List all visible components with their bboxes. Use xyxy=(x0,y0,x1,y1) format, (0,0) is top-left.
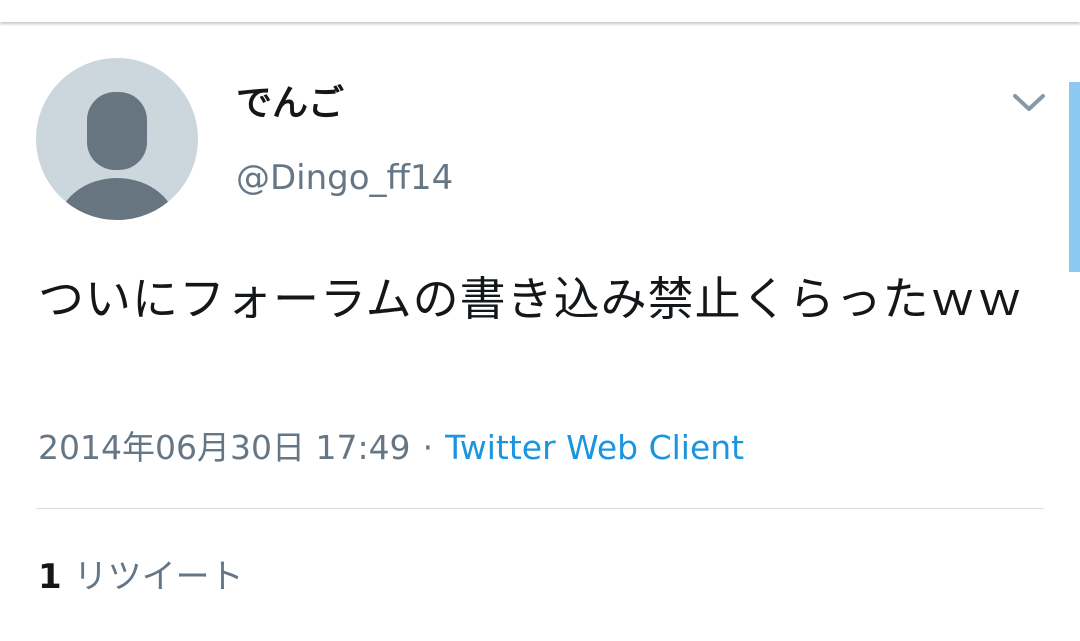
top-bar-edge xyxy=(0,0,1080,22)
user-handle[interactable]: @Dingo_ff14 xyxy=(236,155,453,201)
scroll-indicator[interactable] xyxy=(1069,82,1080,272)
retweet-stats[interactable]: 1 リツイート xyxy=(38,553,244,601)
display-name[interactable]: でんご xyxy=(236,80,344,128)
tweet-detail-screen: でんご @Dingo_ff14 ついにフォーラムの書き込み禁止くらったｗｗ 20… xyxy=(0,0,1080,641)
meta-separator: · xyxy=(422,428,434,467)
retweet-count: 1 xyxy=(38,557,62,597)
divider xyxy=(36,508,1044,509)
tweet-text: ついにフォーラムの書き込み禁止くらったｗｗ xyxy=(38,272,1024,326)
tweet-timestamp[interactable]: 2014年06月30日 17:49 xyxy=(38,428,411,467)
default-avatar-icon xyxy=(57,92,177,220)
tweet-meta: 2014年06月30日 17:49 · Twitter Web Client xyxy=(38,425,744,471)
avatar[interactable] xyxy=(36,58,198,220)
retweet-label: リツイート xyxy=(73,557,244,597)
client-link[interactable]: Twitter Web Client xyxy=(445,428,744,467)
chevron-down-icon[interactable] xyxy=(1006,86,1052,118)
